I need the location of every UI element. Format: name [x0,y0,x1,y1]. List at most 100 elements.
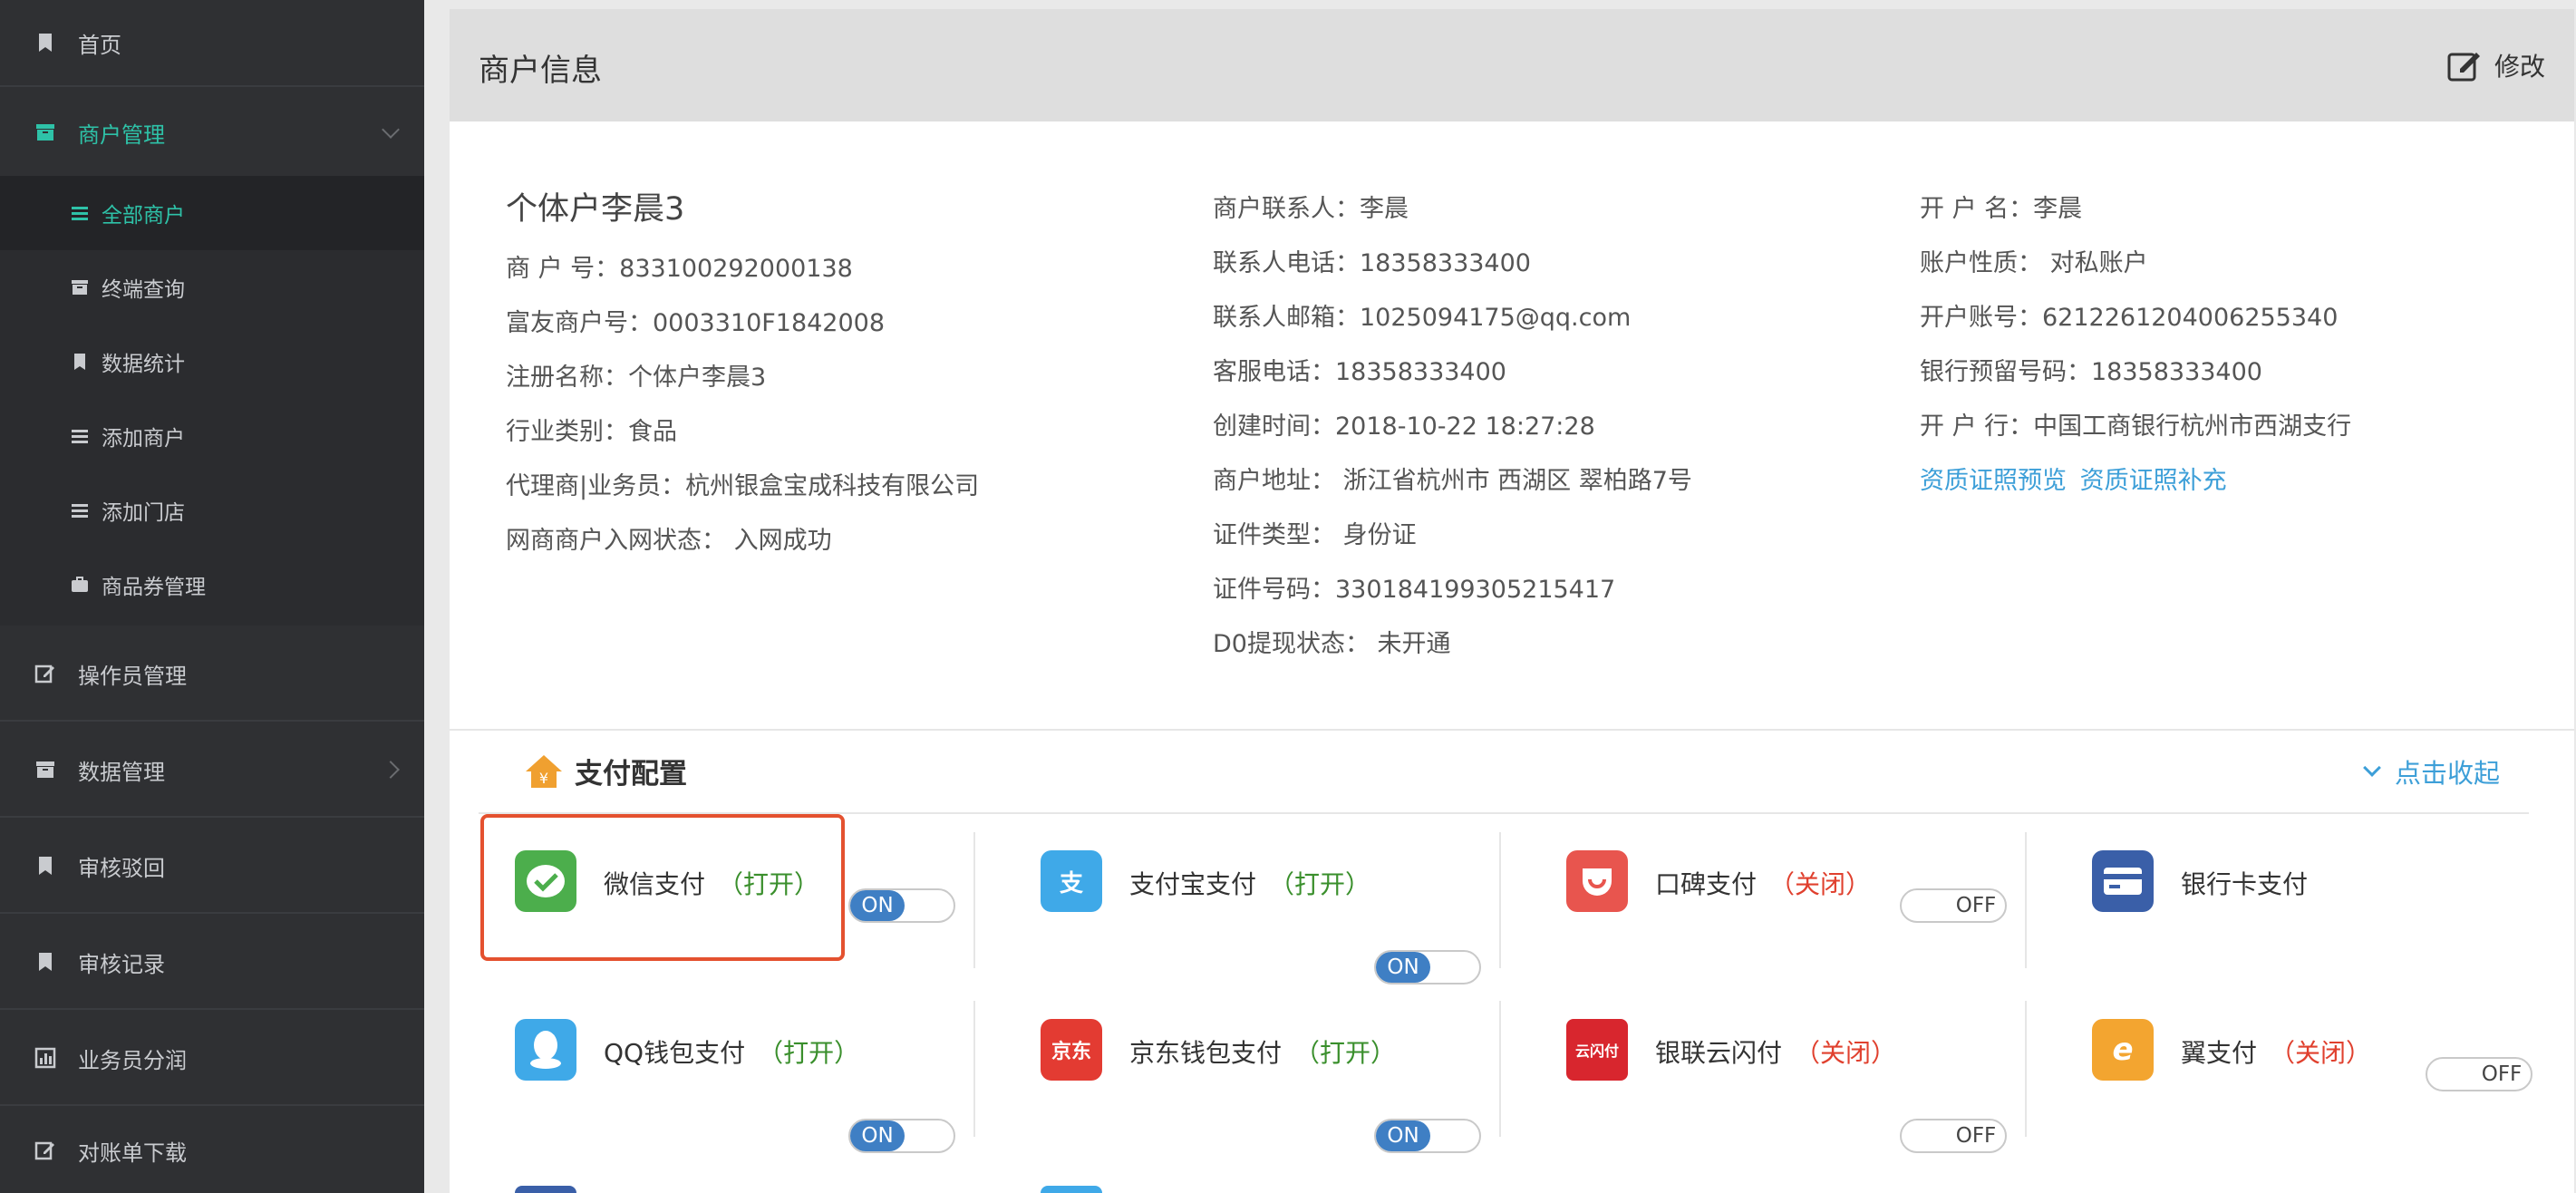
sidebar-item-statement-download[interactable]: 对账单下载 [0,1108,424,1193]
payment-config-title: 支付配置 [575,758,687,790]
sidebar-subitem-label: 添加门店 [102,501,185,525]
payment-toggle[interactable]: ON [1374,950,1481,984]
payment-status: （关闭） [1769,869,1872,899]
payment-toggle[interactable]: ON [848,1119,955,1153]
sidebar-subitem-label: 终端查询 [102,278,185,302]
sidebar-subitem-coupon-management[interactable]: 商品券管理 [0,548,424,622]
payment-name: 银行卡支付 [2181,869,2309,899]
sidebar-subitem-add-store[interactable]: 添加门店 [0,473,424,548]
sidebar-subitem-label: 数据统计 [102,353,185,376]
id-number: 证件号码：330184199305215417 [1213,576,1616,604]
sidebar-subitem-data-stats[interactable]: 数据统计 [0,325,424,399]
sidebar-subitem-add-merchant[interactable]: 添加商户 [0,399,424,473]
sidebar-item-home[interactable]: 首页 [0,0,424,87]
payment-name: 翼支付 （关闭） [2181,1038,2372,1068]
edit-icon [34,1141,54,1160]
koubei-pay-icon [1566,850,1628,912]
sidebar-item-review-records[interactable]: 审核记录 [0,916,424,1010]
created-time: 创建时间：2018-10-22 18:27:28 [1213,412,1595,441]
sidebar-submenu: 全部商户 终端查询 数据统计 添加商户 添加门店 商品券管理 [0,176,424,626]
edit-button-label: 修改 [2494,52,2545,82]
edit-button[interactable]: 修改 [2447,47,2545,83]
payment-card-koubei: 口碑支付 （关闭） OFF [1501,823,2027,968]
contact-email: 联系人邮箱：1025094175@qq.com [1213,304,1632,332]
account-number: 开户账号：6212261204006255340 [1920,304,2339,332]
registered-name: 注册名称：个体户李晨3 [506,364,767,392]
payment-card-unionpay: 云闪付 银联云闪付 （关闭） OFF [1501,992,2027,1153]
sidebar-item-operator-management[interactable]: 操作员管理 [0,627,424,722]
sidebar: 首页 商户管理 全部商户 终端查询 数据统计 添加商户 添加门店 商品券管理 操… [0,0,424,1193]
sidebar-item-label: 对账单下载 [78,1140,187,1166]
payment-name: 京东钱包支付 （打开） [1129,1038,1397,1068]
payment-toggle[interactable]: ON [848,888,955,923]
list-icon [72,504,88,518]
bank-card-icon [2092,850,2154,912]
payment-card-qq: QQ钱包支付 （打开） ON [450,992,975,1153]
account-type: 账户性质： 对私账户 [1920,249,2148,277]
contact-phone: 联系人电话：18358333400 [1213,249,1531,277]
agent-salesperson: 代理商|业务员：杭州银盒宝成科技有限公司 [506,472,980,500]
section-divider [450,729,2574,731]
sidebar-item-salesperson-commission[interactable]: 业务员分润 [0,1012,424,1106]
panel-header: 商户信息 修改 [450,9,2574,121]
contact-person: 商户联系人：李晨 [1213,195,1409,223]
sidebar-item-label: 首页 [78,32,121,58]
payment-name: 银联云闪付 （关闭） [1655,1038,1897,1068]
qualification-preview-link[interactable]: 资质证照预览 [1920,467,2067,495]
archive-icon [72,280,88,295]
payment-name: 支付宝支付 （打开） [1129,869,1371,899]
sidebar-item-review-rejected[interactable]: 审核驳回 [0,820,424,914]
house-money-icon: ¥ [526,754,562,788]
collapse-label: 点击收起 [2394,758,2500,789]
network-status: 网商商户入网状态： 入网成功 [506,527,832,555]
payment-status: （打开） [1294,1038,1397,1068]
payment-status: （打开） [1269,869,1371,899]
payment-card-jd: 京东 京东钱包支付 （打开） ON [975,992,1501,1153]
archive-icon [36,761,54,778]
bookmark-icon [39,34,52,52]
qualification-links: 资质证照预览 资质证照补充 [1920,461,2232,496]
sidebar-item-merchant-management[interactable]: 商户管理 [0,89,424,176]
opening-bank: 开 户 行：中国工商银行杭州市西湖支行 [1920,412,2352,441]
payment-toggle[interactable]: OFF [2426,1057,2532,1091]
jd-wallet-icon: 京东 [1041,1019,1102,1081]
page-title: 商户信息 [479,53,602,89]
bestpay-icon: e [2092,1019,2154,1081]
d0-withdraw-status: D0提现状态： 未开通 [1213,630,1451,658]
sidebar-item-label: 商户管理 [78,121,165,148]
sidebar-subitem-terminal-query[interactable]: 终端查询 [0,250,424,325]
list-icon [72,207,88,220]
sidebar-item-label: 审核记录 [78,951,165,977]
sidebar-subitem-label: 商品券管理 [102,576,206,599]
payment-name: 口碑支付 （关闭） [1655,869,1872,899]
partial-card-icon [515,1186,576,1193]
merchant-name: 个体户李晨3 [506,191,685,228]
payment-card-bestpay: e 翼支付 （关闭） OFF [2027,992,2552,1137]
collapse-button[interactable]: 点击收起 [2363,752,2500,790]
payment-card-bankcard: 银行卡支付 [2027,823,2552,968]
partial-card-icon [1041,1186,1102,1193]
sidebar-item-label: 审核驳回 [78,855,165,881]
fuiou-merchant-number: 富友商户号：0003310F1842008 [506,309,886,337]
payment-config-header: ¥ 支付配置 [524,751,687,791]
chevron-right-icon [382,761,400,779]
industry-category: 行业类别：食品 [506,418,677,446]
qualification-supplement-link[interactable]: 资质证照补充 [2080,467,2227,495]
payment-status: （打开） [758,1038,860,1068]
payment-toggle[interactable]: OFF [1900,888,2007,923]
sidebar-subitem-label: 全部商户 [102,204,185,228]
archive-icon [36,124,54,141]
sidebar-item-data-management[interactable]: 数据管理 [0,723,424,818]
sidebar-subitem-all-merchants[interactable]: 全部商户 [0,176,424,250]
payment-toggle[interactable]: OFF [1900,1119,2007,1153]
sidebar-item-label: 操作员管理 [78,663,187,689]
account-name: 开 户 名：李晨 [1920,195,2083,223]
chevron-down-icon [382,121,400,139]
list-icon [72,430,88,443]
sidebar-item-label: 业务员分润 [78,1047,187,1073]
sidebar-subitem-label: 添加商户 [102,427,185,451]
bookmark-icon [39,857,52,875]
sidebar-item-label: 数据管理 [78,759,165,785]
svg-text:¥: ¥ [539,770,548,787]
payment-toggle[interactable]: ON [1374,1119,1481,1153]
